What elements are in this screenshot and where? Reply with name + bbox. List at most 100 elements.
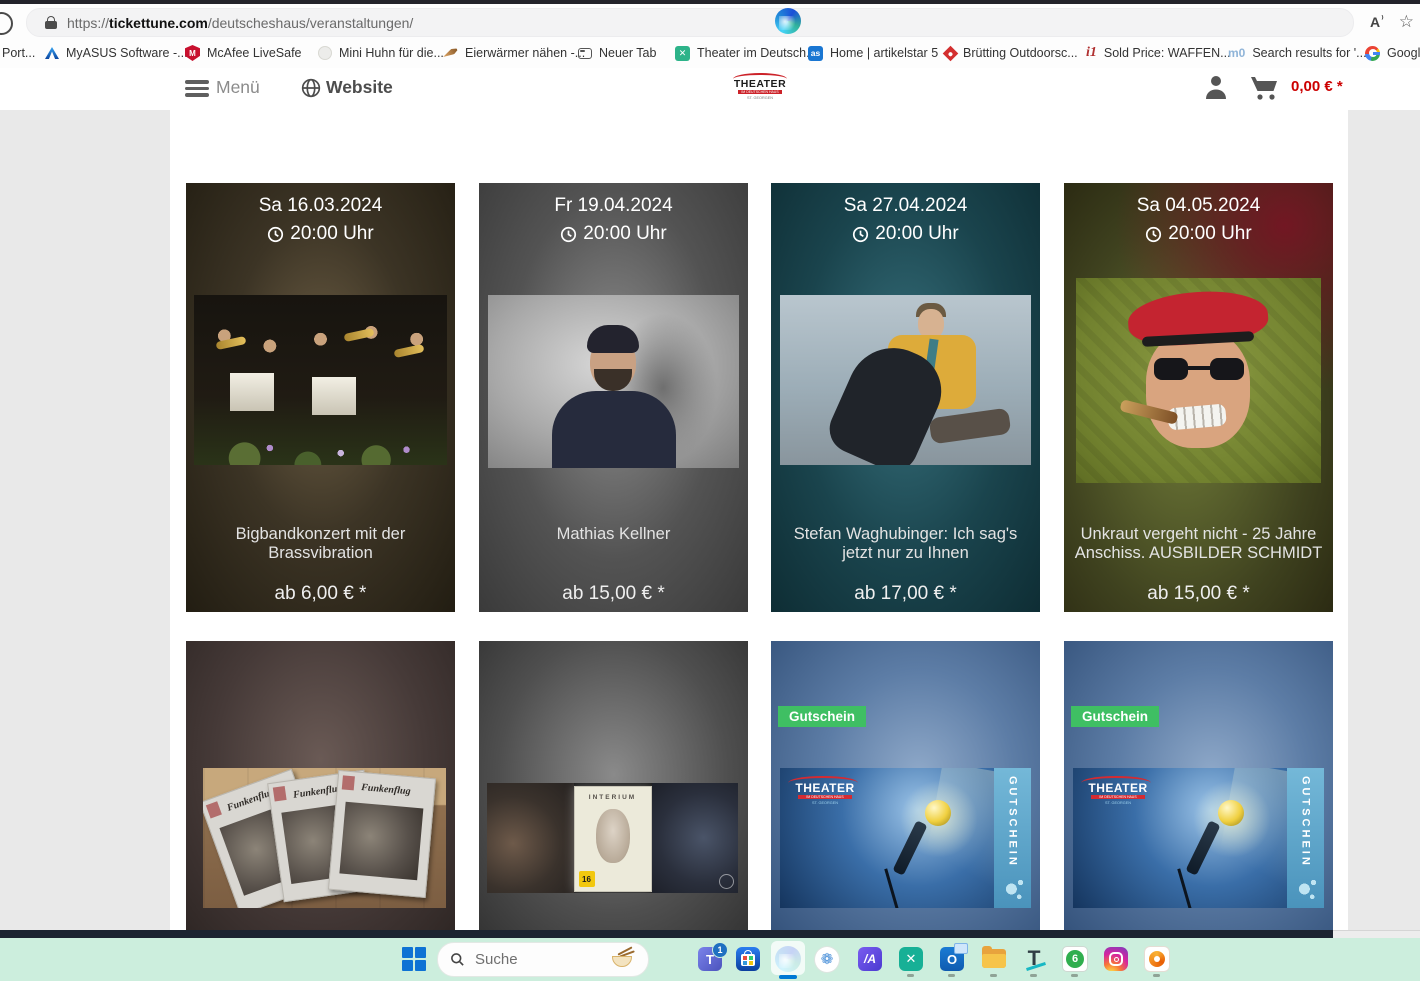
- m0-icon: m0: [1228, 46, 1245, 60]
- microphone-head: [1218, 800, 1244, 826]
- bookmark-label: MyASUS Software -...: [66, 46, 188, 60]
- booklet-cover-photo: [339, 802, 423, 881]
- bookmark-mcafee[interactable]: MMcAfee LiveSafe: [185, 38, 302, 68]
- start-button[interactable]: [401, 946, 427, 972]
- bookmark-bruetting[interactable]: Brütting Outdoorsc...: [945, 38, 1078, 68]
- event-card-dvd[interactable]: INTERIUM 16: [479, 641, 748, 938]
- dvd-title: INTERIUM: [575, 794, 651, 801]
- outlook-button[interactable]: O: [939, 946, 965, 972]
- folder-icon: [982, 949, 1006, 969]
- app-t-icon: T: [1028, 947, 1041, 971]
- google-g-icon: [1365, 46, 1380, 61]
- bookmark-artikelstar[interactable]: as Home | artikelstar 5: [808, 38, 938, 68]
- event-price: ab 17,00 € *: [771, 583, 1040, 605]
- cart-icon[interactable]: [1249, 74, 1281, 107]
- instagram-button[interactable]: [1103, 946, 1129, 972]
- app-a-button[interactable]: /A: [857, 946, 883, 972]
- bookmark-eierwaermer[interactable]: Eierwärmer nähen -...: [442, 38, 585, 68]
- address-bar[interactable]: https://tickettune.com/deutscheshaus/ver…: [26, 8, 1354, 37]
- lock-body: [45, 21, 57, 29]
- store-tile: [743, 956, 747, 960]
- bookmark-sold-price[interactable]: i1Sold Price: WAFFEN...: [1086, 38, 1231, 68]
- hamburger-menu-icon[interactable]: [185, 80, 209, 97]
- edge-active-highlight: [771, 941, 805, 975]
- bookmark-label: Home | artikelstar 5: [830, 46, 938, 60]
- bookmark-label: Theater im Deutsch...: [697, 46, 817, 60]
- site-logo[interactable]: THEATER IM DEUTSCHEN HAUS ST. GEORGEN: [731, 73, 789, 105]
- app-ornament-button[interactable]: ❁: [814, 946, 840, 972]
- url-text[interactable]: https://tickettune.com/deutscheshaus/ver…: [67, 15, 413, 31]
- event-card-waghubinger[interactable]: Sa 27.04.2024 20:00 Uhr Stefan Waghubing…: [771, 183, 1040, 612]
- clock-icon: [267, 226, 284, 243]
- menu-link[interactable]: Menü: [216, 77, 260, 98]
- event-card-funkenflug[interactable]: Funkenflug Funkenflug Funkenflug: [186, 641, 455, 938]
- event-time-text: 20:00 Uhr: [1168, 223, 1251, 245]
- app-orange-button[interactable]: [1144, 946, 1170, 972]
- store-tile: [743, 961, 747, 965]
- microphone-head: [925, 800, 951, 826]
- event-photo-booklets: Funkenflug Funkenflug Funkenflug: [203, 768, 446, 908]
- app-t-button[interactable]: T: [1021, 946, 1047, 972]
- event-time-text: 20:00 Uhr: [875, 223, 958, 245]
- bookmarks-bar: Port... MyASUS Software -... MMcAfee Liv…: [0, 38, 1420, 69]
- music-stand: [230, 373, 274, 411]
- bookmark-theater[interactable]: ✕Theater im Deutsch...: [675, 38, 817, 68]
- fsk-badge: 16: [579, 871, 595, 887]
- gutschein-card-1[interactable]: Gutschein THEATER IM DEUTSCHEN HAUS ST. …: [771, 641, 1040, 938]
- bookmark-google[interactable]: Google: [1365, 38, 1420, 68]
- bookmark-port[interactable]: Port...: [2, 38, 35, 68]
- event-card-ausbilder-schmidt[interactable]: Sa 04.05.2024 20:00 Uhr Unkraut vergeht …: [1064, 183, 1333, 612]
- event-time-text: 20:00 Uhr: [583, 223, 666, 245]
- instagram-icon: [1104, 947, 1128, 971]
- search-icon: [450, 952, 465, 967]
- cart-total[interactable]: 0,00 € *: [1291, 78, 1343, 95]
- bowl-shape: [612, 956, 632, 967]
- globe-icon[interactable]: [301, 78, 321, 103]
- account-icon[interactable]: [1204, 74, 1228, 105]
- artikelstar-icon: as: [808, 46, 823, 61]
- running-indicator: [1153, 974, 1160, 977]
- bookmark-mini-huhn[interactable]: Mini Huhn für die...: [318, 38, 444, 68]
- dvd-cover-face: [596, 809, 630, 863]
- edge-button-front[interactable]: [775, 8, 801, 34]
- gutschein-photo: THEATER IM DEUTSCHEN HAUS ST. GEORGEN GU…: [780, 768, 1031, 908]
- read-aloud-icon[interactable]: A⁾: [1370, 14, 1383, 30]
- event-card-bigband[interactable]: Sa 16.03.2024 20:00 Uhr Bigbandkonzert m…: [186, 183, 455, 612]
- orange-swirl-icon: [1144, 946, 1170, 972]
- trumpet-shape: [393, 344, 424, 358]
- bookmark-label: Mini Huhn für die...: [339, 46, 444, 60]
- store-tile: [749, 956, 753, 960]
- app-6-glyph: 6: [1066, 950, 1084, 968]
- app-x-button[interactable]: ✕: [898, 946, 924, 972]
- viewport-bottom-strip-light: [1333, 930, 1420, 938]
- favorite-star-icon[interactable]: ☆: [1399, 12, 1414, 32]
- event-date: Fr 19.04.2024: [479, 195, 748, 217]
- invaluable-icon: i1: [1086, 45, 1097, 61]
- event-date: Sa 27.04.2024: [771, 195, 1040, 217]
- windows-taskbar: T 1 ❁ /A ✕ O: [0, 938, 1420, 981]
- outlook-icon: O: [940, 947, 964, 971]
- taskbar-search[interactable]: Suche: [437, 942, 649, 977]
- running-indicator: [948, 974, 955, 977]
- bookmark-myasus[interactable]: MyASUS Software -...: [45, 38, 188, 68]
- reload-icon[interactable]: [0, 12, 13, 35]
- gutschein-card-2[interactable]: Gutschein THEATER IM DEUTSCHEN HAUS ST. …: [1064, 641, 1333, 938]
- file-explorer-button[interactable]: [981, 946, 1007, 972]
- bookmark-search-results[interactable]: m0Search results for '...: [1228, 38, 1367, 68]
- bookmark-label: Brütting Outdoorsc...: [963, 46, 1078, 60]
- sunglasses-bridge: [1180, 366, 1218, 370]
- website-link[interactable]: Website: [326, 77, 393, 98]
- music-stand: [312, 377, 356, 415]
- teams-button[interactable]: T 1: [697, 946, 723, 972]
- app-6-button[interactable]: 6: [1062, 946, 1088, 972]
- gutschein-photo: THEATER IM DEUTSCHEN HAUS ST. GEORGEN GU…: [1073, 768, 1324, 908]
- event-date: Sa 16.03.2024: [186, 195, 455, 217]
- logo-subtitle2: ST. GEORGEN: [747, 96, 773, 100]
- lock-icon[interactable]: [45, 16, 57, 29]
- mcafee-shield-icon: M: [185, 45, 200, 61]
- bookmark-neuer-tab[interactable]: Neuer Tab: [578, 38, 656, 68]
- event-card-mathias-kellner[interactable]: Fr 19.04.2024 20:00 Uhr Mathias Kellner …: [479, 183, 748, 612]
- gutschein-badge: Gutschein: [778, 706, 866, 727]
- microsoft-store-button[interactable]: [735, 946, 761, 972]
- film-still-right: [652, 783, 739, 893]
